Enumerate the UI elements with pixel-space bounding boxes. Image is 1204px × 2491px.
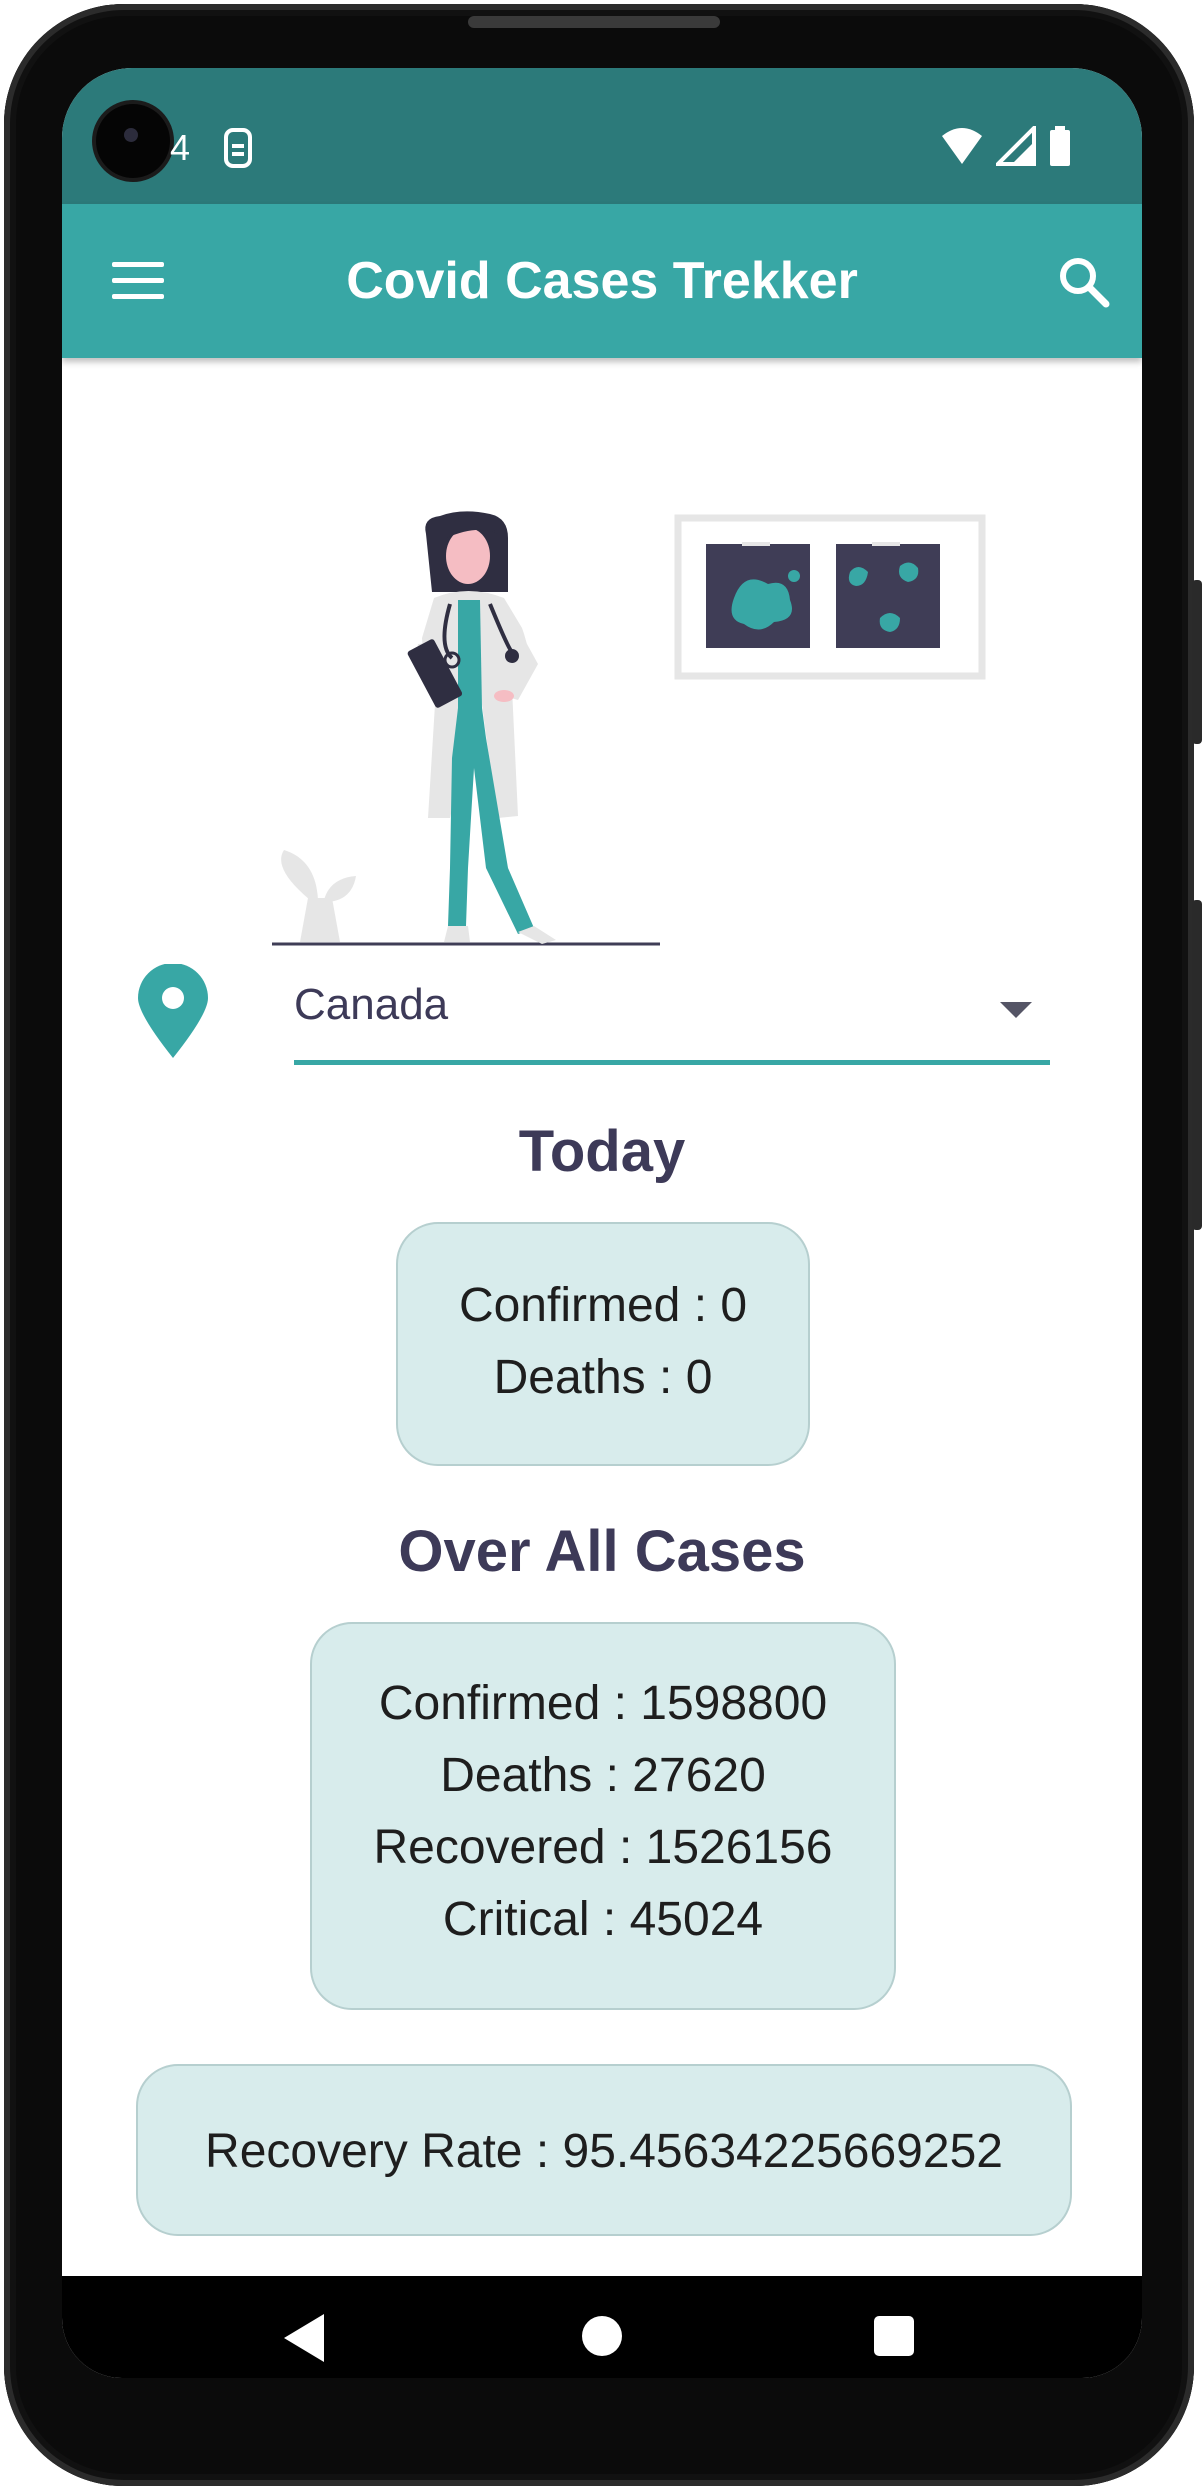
xray-frame <box>674 514 986 680</box>
today-deaths: Deaths : 0 <box>493 1351 713 1404</box>
sim-icon <box>222 128 254 173</box>
overall-confirmed: Confirmed : 1598800 <box>378 1677 828 1730</box>
app-bar: Covid Cases Trekker <box>62 204 1142 358</box>
overall-recovered: Recovered : 1526156 <box>373 1821 833 1874</box>
recovery-rate-text: Recovery Rate : 95.45634225669252 <box>205 2125 1003 2178</box>
dropdown-arrow-icon <box>1000 1002 1032 1018</box>
volume-button <box>1192 580 1202 744</box>
menu-icon[interactable] <box>112 262 164 300</box>
doctor-illustration <box>272 511 986 946</box>
recents-icon[interactable] <box>874 2316 914 2356</box>
overall-heading: Over All Cases <box>398 1519 806 1584</box>
status-bar: 4 <box>62 68 1142 204</box>
battery-icon <box>1048 126 1072 171</box>
notification-count: 4 <box>170 127 191 168</box>
home-icon[interactable] <box>582 2316 622 2356</box>
signal-icon <box>993 123 1036 171</box>
camera-icon <box>96 104 170 178</box>
phone-frame: 4 Covid Cases Trekker Canada Today Confi… <box>0 0 1204 2491</box>
overall-deaths: Deaths : 27620 <box>440 1749 766 1802</box>
overall-card: Confirmed : 1598800 Deaths : 27620 Recov… <box>310 1622 896 2010</box>
doctor <box>407 511 556 944</box>
navigation-bar <box>62 2276 1142 2378</box>
location-pin-icon <box>138 963 208 1060</box>
country-dropdown[interactable]: Canada <box>294 960 1050 1065</box>
plant <box>281 850 356 942</box>
today-card: Confirmed : 0 Deaths : 0 <box>396 1222 810 1466</box>
recovery-rate-card: Recovery Rate : 95.45634225669252 <box>136 2064 1072 2236</box>
today-confirmed: Confirmed : 0 <box>458 1279 748 1332</box>
wifi-icon <box>940 126 984 171</box>
country-dropdown-value: Canada <box>294 980 449 1029</box>
today-heading: Today <box>518 1119 686 1184</box>
search-icon[interactable] <box>1056 254 1112 310</box>
earpiece-speaker <box>468 16 720 28</box>
back-icon[interactable] <box>284 2314 324 2362</box>
app-title: Covid Cases Trekker <box>346 252 858 310</box>
overall-critical: Critical : 45024 <box>442 1893 764 1946</box>
screen: 4 Covid Cases Trekker Canada Today Confi… <box>62 68 1142 2378</box>
power-button <box>1192 900 1202 1230</box>
